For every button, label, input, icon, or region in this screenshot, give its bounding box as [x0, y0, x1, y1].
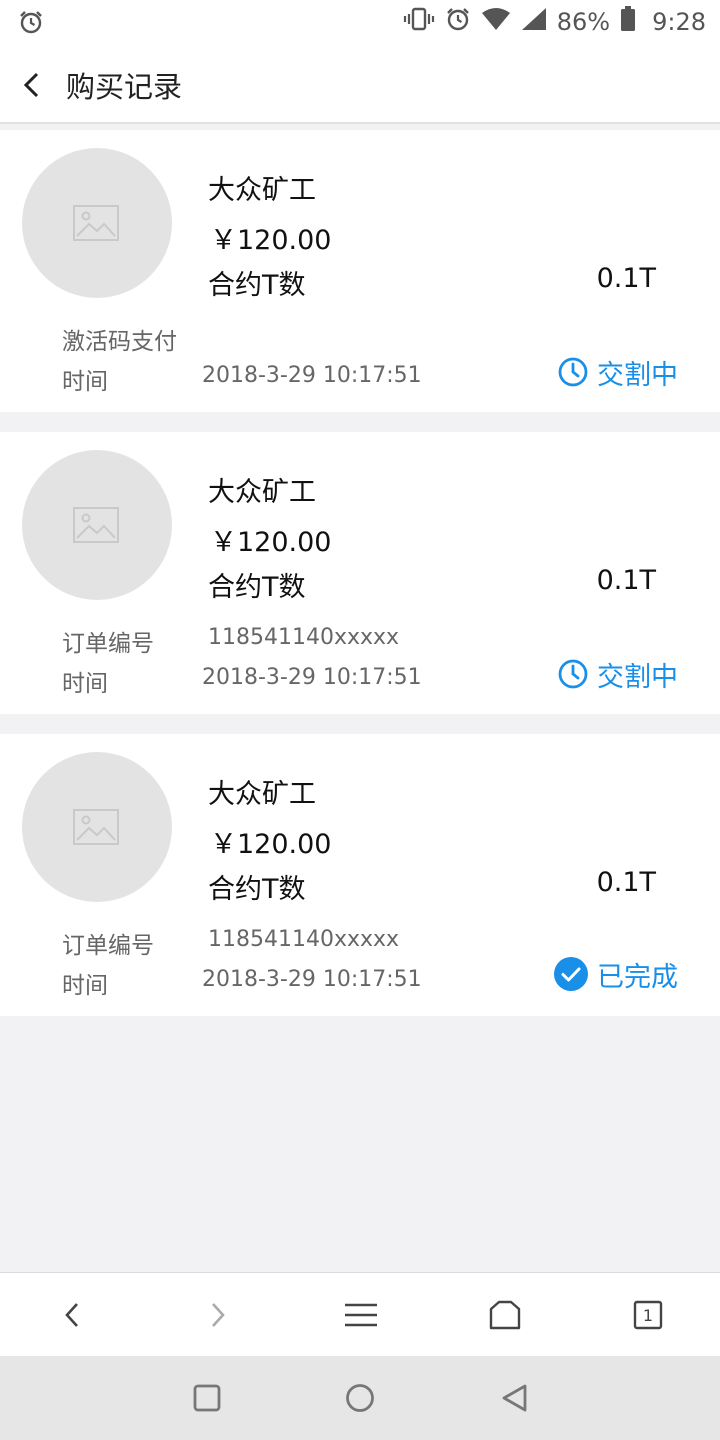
order-card[interactable]: 大众矿工 ￥120.00 合约T数 0.1T 激活码支付 时间 2018-3-2… — [0, 130, 720, 412]
status-delivering: 交割中 — [557, 354, 678, 391]
chevron-left-icon[interactable] — [18, 70, 48, 100]
product-name: 大众矿工 — [208, 779, 316, 810]
contract-value: 0.1T — [596, 867, 656, 898]
order-number-label: 订单编号 — [62, 631, 154, 657]
order-number-value: 118541140xxxxx — [208, 625, 400, 650]
check-circle-icon — [554, 957, 588, 991]
image-placeholder-icon — [73, 507, 119, 543]
back-icon[interactable] — [52, 1295, 92, 1335]
recents-icon[interactable] — [187, 1378, 227, 1418]
product-name: 大众矿工 — [208, 175, 316, 206]
time-value: 2018-3-29 10:17:51 — [202, 665, 422, 690]
home-circle-icon[interactable] — [340, 1378, 380, 1418]
time-value: 2018-3-29 10:17:51 — [202, 967, 422, 992]
battery-icon — [620, 6, 636, 38]
page-title: 购买记录 — [66, 70, 183, 104]
menu-icon[interactable] — [341, 1295, 381, 1335]
status-text: 已完成 — [597, 961, 678, 993]
status-completed: 已完成 — [553, 956, 678, 993]
status-text: 交割中 — [597, 661, 678, 693]
contract-value: 0.1T — [596, 565, 656, 596]
product-price: ￥120.00 — [210, 225, 332, 256]
time-label: 时间 — [62, 671, 108, 697]
back-triangle-icon[interactable] — [494, 1378, 534, 1418]
clock-icon — [558, 659, 588, 689]
image-placeholder-icon — [73, 809, 119, 845]
system-nav-bar — [0, 1356, 720, 1440]
status-bar: 86% 9:28 — [0, 0, 720, 44]
contract-label: 合约T数 — [208, 270, 306, 301]
order-card[interactable]: 大众矿工 ￥120.00 合约T数 0.1T 订单编号 118541140xxx… — [0, 432, 720, 714]
clock-icon — [558, 357, 588, 387]
home-icon[interactable] — [485, 1295, 525, 1335]
time-label: 时间 — [62, 369, 108, 395]
vibrate-icon — [403, 6, 435, 38]
product-thumbnail — [22, 450, 172, 600]
image-placeholder-icon — [73, 205, 119, 241]
alarm-icon — [18, 9, 44, 41]
battery-percent: 86% — [556, 8, 611, 36]
wifi-icon — [481, 7, 511, 37]
product-thumbnail — [22, 148, 172, 298]
contract-label: 合约T数 — [208, 572, 306, 603]
status-text: 交割中 — [597, 359, 678, 391]
alarm-icon — [445, 6, 471, 38]
time-label: 时间 — [62, 973, 108, 999]
product-thumbnail — [22, 752, 172, 902]
order-number-label: 订单编号 — [62, 933, 154, 959]
forward-icon[interactable] — [198, 1295, 238, 1335]
order-number-value: 118541140xxxxx — [208, 927, 400, 952]
product-price: ￥120.00 — [210, 527, 332, 558]
time-value: 2018-3-29 10:17:51 — [202, 363, 422, 388]
order-card[interactable]: 大众矿工 ￥120.00 合约T数 0.1T 订单编号 118541140xxx… — [0, 734, 720, 1016]
product-name: 大众矿工 — [208, 477, 316, 508]
payment-method-label: 激活码支付 — [62, 329, 177, 355]
tab-count: 1 — [642, 1305, 654, 1325]
signal-icon — [521, 7, 547, 37]
app-header: 购买记录 — [0, 44, 720, 124]
contract-value: 0.1T — [596, 263, 656, 294]
contract-label: 合约T数 — [208, 874, 306, 905]
status-delivering: 交割中 — [557, 656, 678, 693]
product-price: ￥120.00 — [210, 829, 332, 860]
browser-toolbar: 1 — [0, 1272, 720, 1356]
clock: 9:28 — [652, 8, 706, 36]
tabs-icon[interactable]: 1 — [628, 1295, 668, 1335]
